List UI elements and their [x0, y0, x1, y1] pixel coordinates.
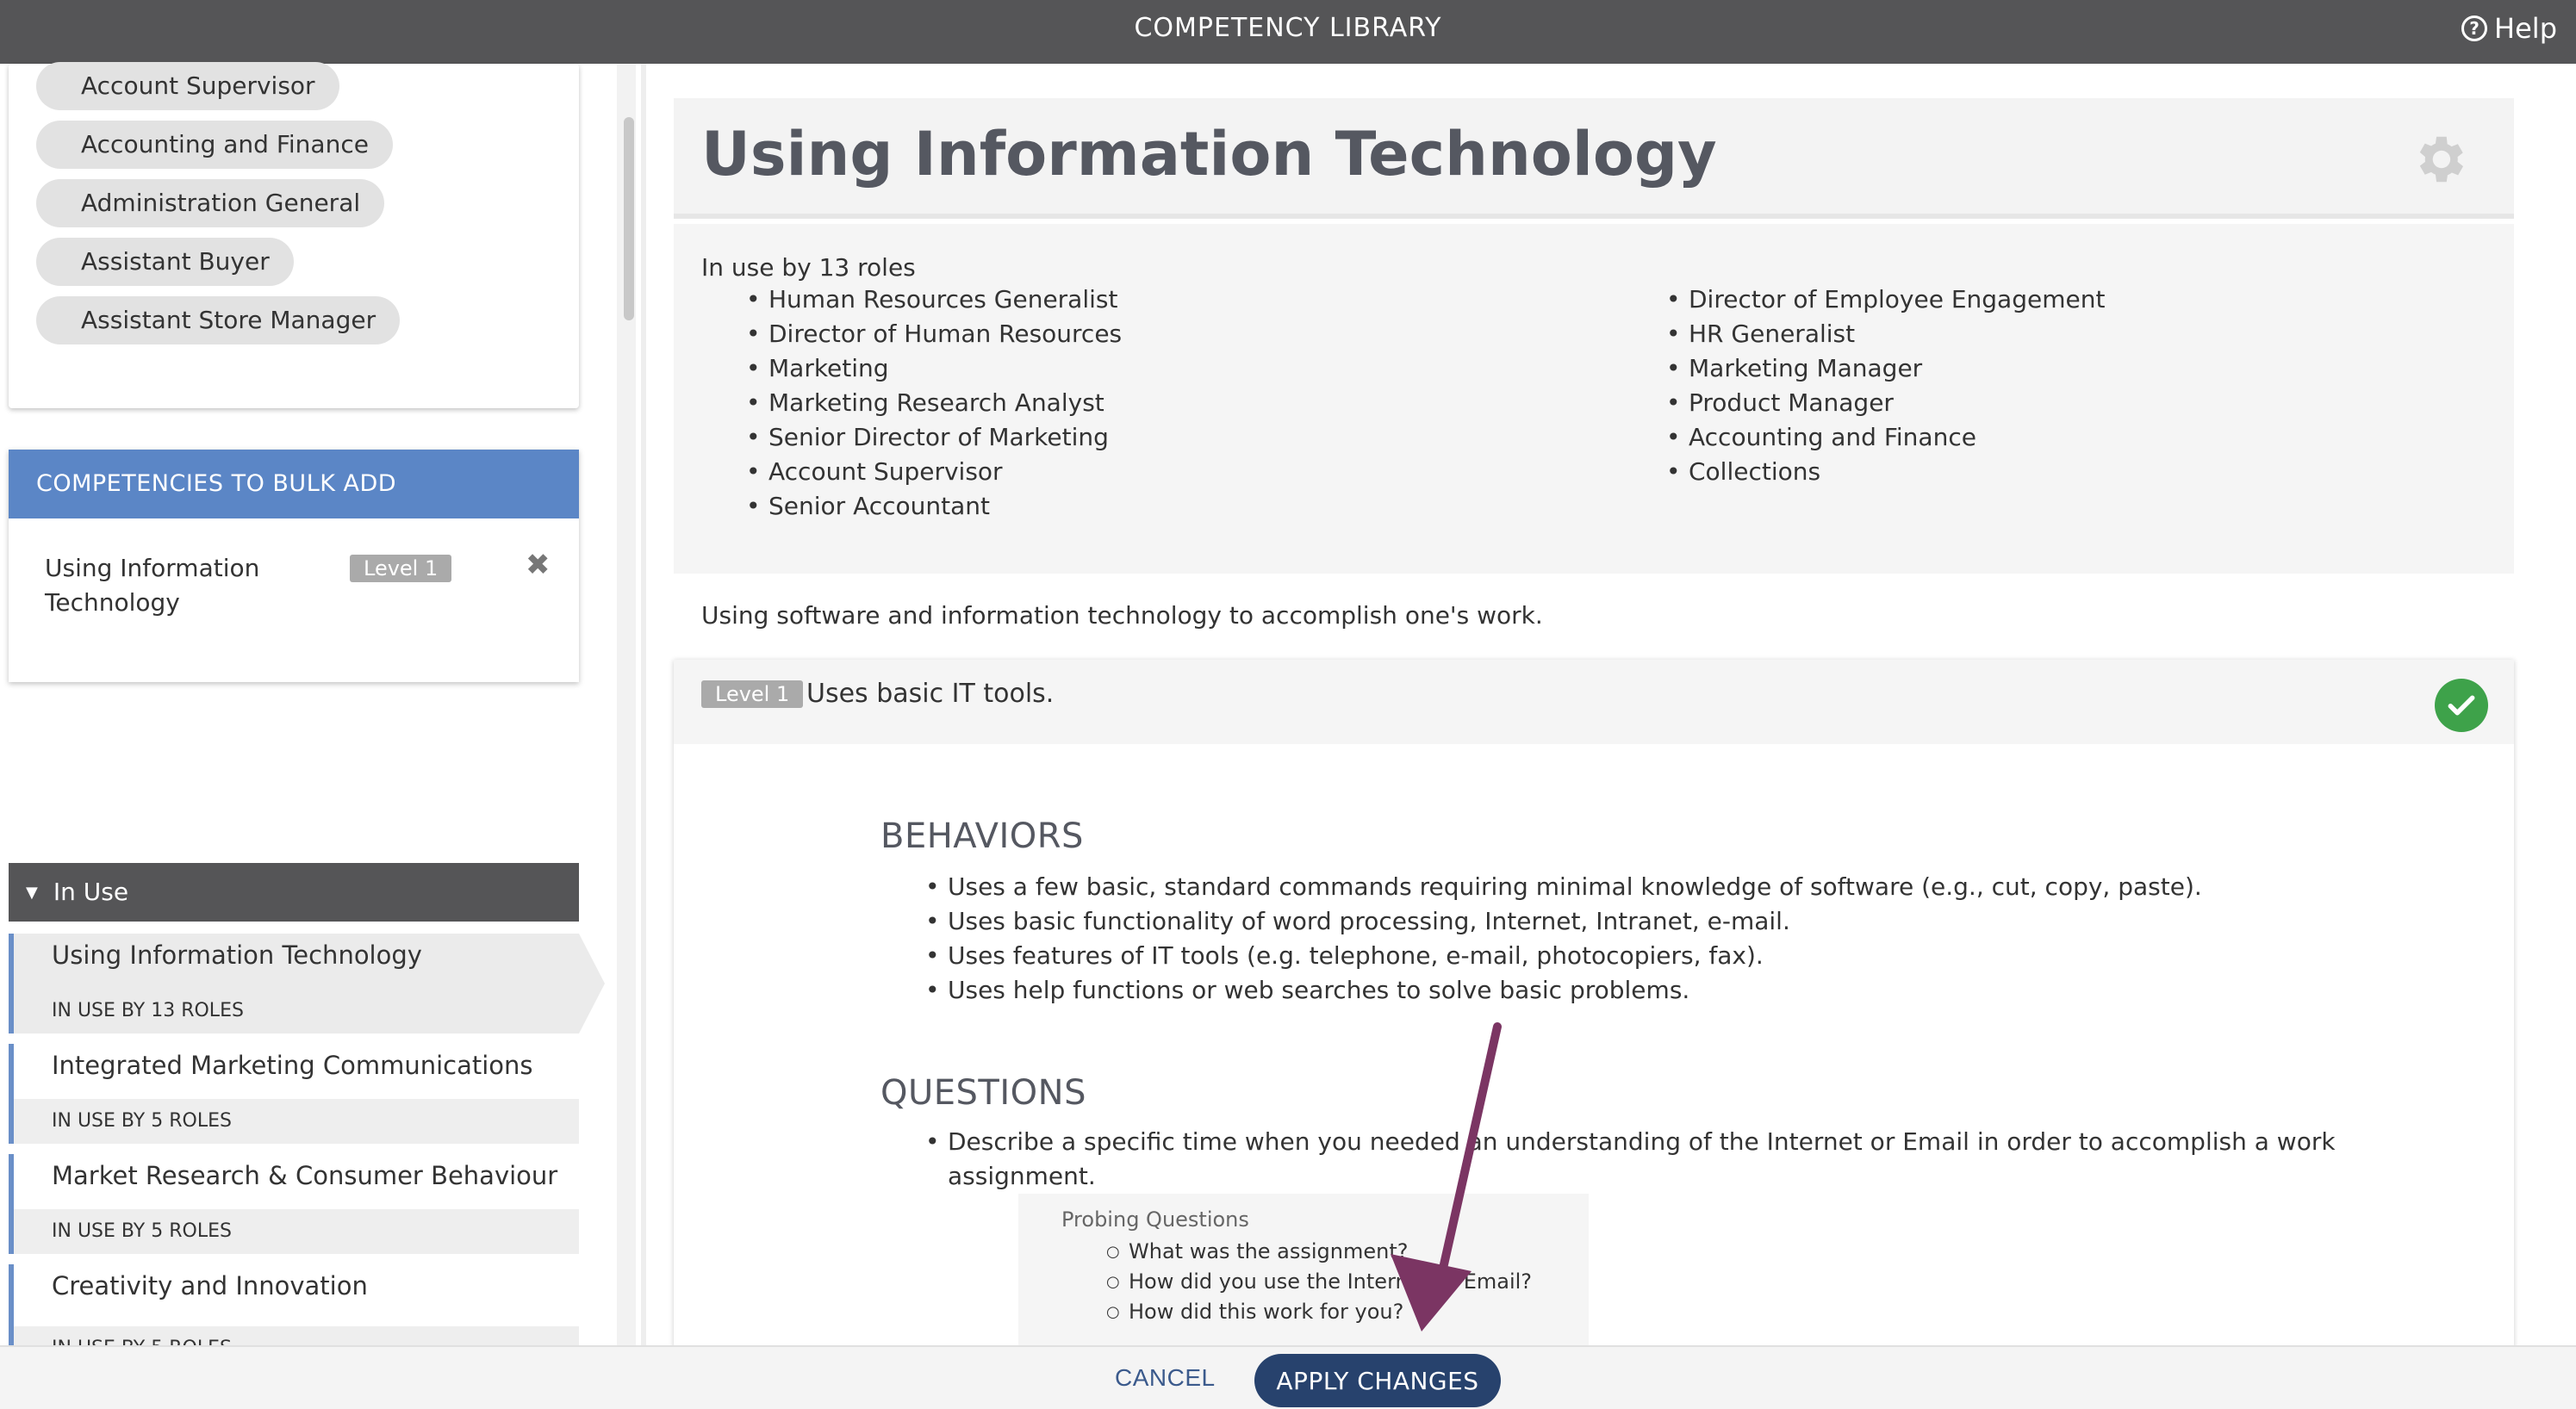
roles-list-left: Human Resources Generalist Director of H… — [746, 282, 1122, 524]
competency-usage: IN USE BY 13 ROLES — [52, 1000, 244, 1021]
roles-card: Account Supervisor Accounting and Financ… — [9, 62, 579, 408]
check-icon[interactable] — [2435, 679, 2488, 732]
bulk-add-card: COMPETENCIES TO BULK ADD Using Informati… — [9, 450, 579, 682]
apply-changes-button[interactable]: APPLY CHANGES — [1254, 1354, 1501, 1407]
competency-list-item[interactable]: Integrated Marketing Communications IN U… — [9, 1044, 579, 1144]
question-icon: ? — [2461, 16, 2488, 41]
role-pill[interactable]: Assistant Buyer — [36, 238, 294, 286]
behavior-item: Uses a few basic, standard commands requ… — [925, 870, 2202, 904]
behavior-item: Uses help functions or web searches to s… — [925, 973, 2202, 1008]
detail-divider — [641, 64, 646, 1345]
role-item: Human Resources Generalist — [746, 282, 1122, 317]
top-bar: COMPETENCY LIBRARY ? Help — [0, 0, 2576, 64]
probing-title: Probing Questions — [1061, 1207, 1249, 1232]
bulk-item-level-badge: Level 1 — [350, 555, 452, 582]
competency-list-item[interactable]: Market Research & Consumer Behaviour IN … — [9, 1154, 579, 1254]
competency-usage: IN USE BY 5 ROLES — [14, 1326, 579, 1345]
questions-heading: QUESTIONS — [880, 1073, 1086, 1113]
help-button[interactable]: ? Help — [2461, 12, 2557, 45]
remove-icon[interactable]: ✖ — [526, 548, 551, 582]
competency-usage: IN USE BY 5 ROLES — [14, 1099, 579, 1144]
probing-item: How did you use the Internet or Email? — [1106, 1267, 1532, 1297]
role-item: Account Supervisor — [746, 455, 1122, 489]
title-box: Using Information Technology — [674, 98, 2514, 219]
role-pill[interactable]: Account Supervisor — [36, 62, 339, 110]
in-use-label: In Use — [53, 878, 129, 906]
role-item: Director of Employee Engagement — [1666, 282, 2105, 317]
role-item: Marketing — [746, 351, 1122, 386]
level-header[interactable]: Level 1 Uses basic IT tools. — [674, 660, 2514, 744]
probing-item: How did this work for you? — [1106, 1297, 1532, 1327]
in-use-count: In use by 13 roles — [701, 253, 916, 282]
in-use-section-header[interactable]: ▼ In Use — [9, 863, 579, 922]
footer-bar: CANCEL APPLY CHANGES — [0, 1345, 2576, 1409]
app-title: COMPETENCY LIBRARY — [1134, 13, 1442, 43]
probing-questions-box: Probing Questions What was the assignmen… — [1018, 1194, 1589, 1352]
competency-description: Using software and information technolog… — [701, 601, 1543, 630]
role-pill[interactable]: Accounting and Finance — [36, 121, 393, 169]
role-item: Accounting and Finance — [1666, 420, 2105, 455]
competency-list-item[interactable]: Creativity and Innovation IN USE BY 5 RO… — [9, 1264, 579, 1345]
left-pane: Account Supervisor Accounting and Financ… — [0, 62, 620, 1345]
role-item: Director of Human Resources — [746, 317, 1122, 351]
question-item: Describe a specific time when you needed… — [925, 1125, 2336, 1194]
level-summary: Uses basic IT tools. — [806, 679, 1055, 709]
role-pill[interactable]: Assistant Store Manager — [36, 296, 401, 344]
behavior-item: Uses basic functionality of word process… — [925, 904, 2202, 939]
probing-list: What was the assignment? How did you use… — [1106, 1237, 1532, 1327]
roles-box: In use by 13 roles Human Resources Gener… — [674, 224, 2514, 574]
level-badge: Level 1 — [701, 680, 804, 708]
role-pill[interactable]: Administration General — [36, 179, 385, 227]
cancel-button[interactable]: CANCEL — [1115, 1364, 1216, 1392]
competency-name: Creativity and Innovation — [52, 1271, 368, 1300]
questions-list: Describe a specific time when you needed… — [925, 1125, 2336, 1194]
behavior-item: Uses features of IT tools (e.g. telephon… — [925, 939, 2202, 973]
role-item: Senior Director of Marketing — [746, 420, 1122, 455]
competency-name: Market Research & Consumer Behaviour — [52, 1161, 558, 1190]
role-item: Marketing Manager — [1666, 351, 2105, 386]
question-text: Describe a specific time when you needed… — [948, 1127, 2336, 1156]
help-label: Help — [2494, 12, 2557, 45]
left-scrollbar-thumb[interactable] — [624, 117, 634, 320]
role-item: Collections — [1666, 455, 2105, 489]
behaviors-heading: BEHAVIORS — [880, 816, 1084, 856]
competency-name: Integrated Marketing Communications — [52, 1051, 533, 1080]
competency-name: Using Information Technology — [52, 940, 422, 970]
role-item: Senior Accountant — [746, 489, 1122, 524]
competency-usage: IN USE BY 5 ROLES — [14, 1209, 579, 1254]
question-text-cont: assignment. — [948, 1162, 1096, 1190]
role-item: Product Manager — [1666, 386, 2105, 420]
roles-list-right: Director of Employee Engagement HR Gener… — [1666, 282, 2105, 489]
competency-title: Using Information Technology — [701, 119, 1717, 189]
role-item: HR Generalist — [1666, 317, 2105, 351]
behaviors-list: Uses a few basic, standard commands requ… — [925, 870, 2202, 1008]
competency-list-item[interactable]: Using Information Technology IN USE BY 1… — [9, 934, 605, 1033]
gear-icon[interactable] — [2409, 129, 2469, 189]
caret-down-icon: ▼ — [26, 884, 38, 902]
bulk-item-name: Using Information Technology — [45, 554, 260, 617]
probing-item: What was the assignment? — [1106, 1237, 1532, 1267]
bulk-add-header: COMPETENCIES TO BULK ADD — [9, 450, 579, 518]
role-item: Marketing Research Analyst — [746, 386, 1122, 420]
